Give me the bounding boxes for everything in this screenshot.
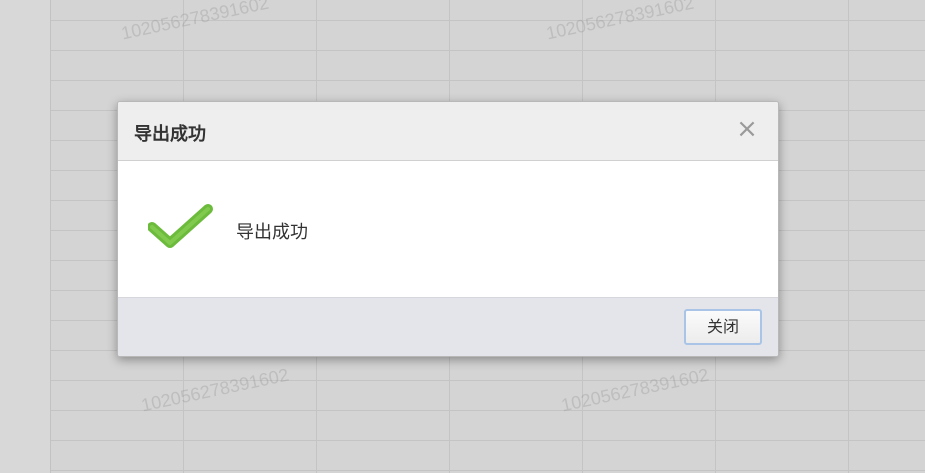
dialog-body: 导出成功 [118,161,778,297]
dialog-footer: 关闭 [118,297,778,356]
close-button[interactable]: 关闭 [684,309,762,345]
checkmark-icon [148,204,213,248]
dialog-header: 导出成功 × [118,102,778,161]
close-icon[interactable]: × [734,116,760,142]
dialog-title: 导出成功 [134,124,206,145]
export-success-dialog: 导出成功 × 导出成功 关闭 [117,101,779,357]
row-header-column [0,0,51,473]
success-message: 导出成功 [236,222,308,243]
